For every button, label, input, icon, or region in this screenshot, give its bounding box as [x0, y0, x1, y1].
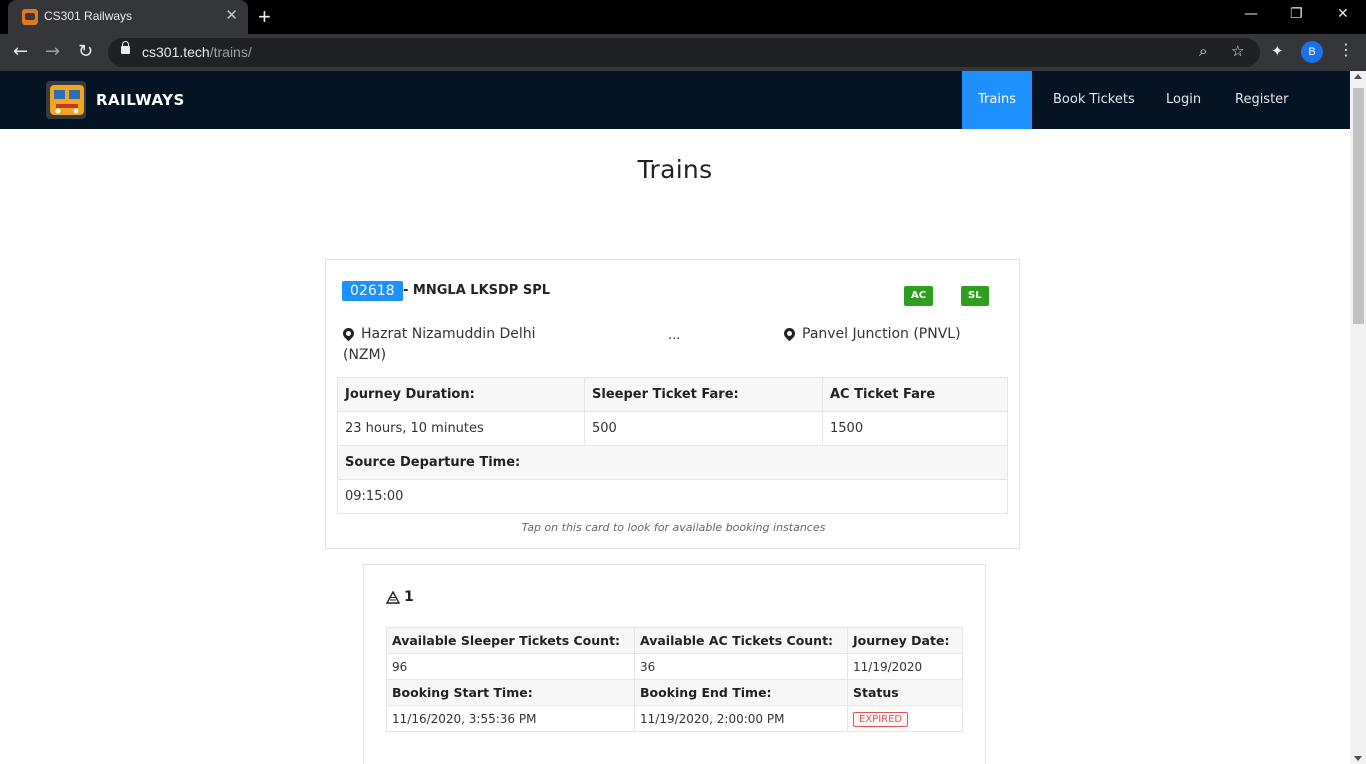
scroll-down-icon[interactable]	[1354, 756, 1362, 761]
train-name: - MNGLA LKSDP SPL	[403, 283, 551, 298]
route-separator: ...	[668, 328, 681, 343]
booking-start-label: Booking Start Time:	[386, 679, 635, 706]
close-window-button[interactable]: ✕	[1337, 6, 1349, 22]
site-navbar: RAILWAYS Trains Book Tickets Login Regis…	[0, 71, 1350, 129]
booking-instance-card[interactable]: 1 Available Sleeper Tickets Count: Avail…	[363, 564, 986, 764]
nav-book-tickets[interactable]: Book Tickets	[1053, 71, 1135, 129]
lock-icon	[121, 41, 130, 54]
ac-fare-value: 1500	[822, 411, 1008, 446]
browser-toolbar: ← → ↻ cs301.tech/trains/ ⌕ ☆ ✦ B ⋮	[0, 34, 1366, 71]
tab-title: CS301 Railways	[44, 9, 133, 23]
source-station: Hazrat Nizamuddin Delhi (NZM)	[340, 324, 553, 366]
instance-table: Available Sleeper Tickets Count: Availab…	[386, 627, 963, 732]
scroll-up-icon[interactable]	[1354, 74, 1362, 79]
table-row: 09:15:00	[337, 479, 1008, 514]
duration-value: 23 hours, 10 minutes	[337, 411, 585, 446]
destination-station: Panvel Junction (PNVL)	[781, 324, 961, 345]
class-badge-ac: AC	[904, 286, 934, 306]
booking-start-value: 11/16/2020, 3:55:36 PM	[386, 705, 635, 732]
tab-favicon-icon	[22, 9, 38, 25]
sleeper-count-value: 96	[386, 653, 635, 680]
journey-date-label: Journey Date:	[847, 627, 963, 654]
status-cell: EXPIRED	[847, 705, 963, 732]
star-icon[interactable]: ☆	[1231, 42, 1244, 60]
brand-name: RAILWAYS	[96, 91, 185, 109]
instance-icon	[386, 590, 400, 604]
card-hint: Tap on this card to look for available b…	[521, 521, 826, 534]
train-logo-icon	[46, 81, 86, 119]
back-arrow-icon[interactable]: ←	[13, 41, 28, 62]
instance-header: 1	[386, 589, 414, 605]
train-info-table: Journey Duration: Sleeper Ticket Fare: A…	[337, 377, 1008, 514]
forward-arrow-icon[interactable]: →	[45, 41, 60, 62]
extensions-icon[interactable]: ✦	[1271, 42, 1284, 60]
table-row: 23 hours, 10 minutes 500 1500	[337, 411, 1008, 446]
train-card[interactable]: 02618 - MNGLA LKSDP SPL AC SL Hazrat Niz…	[325, 259, 1020, 549]
menu-icon[interactable]: ⋮	[1338, 40, 1354, 59]
ac-count-label: Available AC Tickets Count:	[634, 627, 848, 654]
nav-login[interactable]: Login	[1166, 71, 1201, 129]
departure-value: 09:15:00	[337, 479, 1008, 514]
sleeper-count-label: Available Sleeper Tickets Count:	[386, 627, 635, 654]
instance-id: 1	[404, 589, 414, 605]
train-number-badge: 02618	[342, 281, 403, 301]
browser-tab[interactable]: CS301 Railways ✕	[8, 0, 248, 34]
zoom-icon[interactable]: ⌕	[1199, 42, 1207, 60]
table-row: Booking Start Time: Booking End Time: St…	[386, 679, 963, 706]
sleeper-fare-label: Sleeper Ticket Fare:	[584, 377, 823, 412]
tab-close-icon[interactable]: ✕	[225, 6, 238, 24]
ac-count-value: 36	[634, 653, 848, 680]
table-row: 11/16/2020, 3:55:36 PM 11/19/2020, 2:00:…	[386, 705, 963, 732]
url-text: cs301.tech/trains/	[142, 44, 252, 60]
brand[interactable]: RAILWAYS	[44, 77, 185, 123]
departure-label: Source Departure Time:	[337, 445, 1008, 480]
nav-trains[interactable]: Trains	[962, 71, 1032, 129]
journey-date-value: 11/19/2020	[847, 653, 963, 680]
table-row: Available Sleeper Tickets Count: Availab…	[386, 627, 963, 654]
new-tab-button[interactable]: +	[258, 4, 271, 30]
booking-end-label: Booking End Time:	[634, 679, 848, 706]
page-content: RAILWAYS Trains Book Tickets Login Regis…	[0, 71, 1350, 764]
location-pin-icon	[340, 325, 357, 342]
page-scrollbar[interactable]	[1350, 71, 1366, 764]
profile-avatar[interactable]: B	[1301, 41, 1323, 63]
status-label: Status	[847, 679, 963, 706]
table-row: 96 36 11/19/2020	[386, 653, 963, 680]
table-row: Source Departure Time:	[337, 445, 1008, 480]
scrollbar-thumb[interactable]	[1353, 88, 1364, 324]
nav-register[interactable]: Register	[1235, 71, 1289, 129]
class-badge-sl: SL	[961, 286, 989, 306]
status-badge: EXPIRED	[853, 711, 909, 727]
browser-tab-bar: CS301 Railways ✕ + — ❐ ✕	[0, 0, 1366, 34]
location-pin-icon	[781, 325, 798, 342]
reload-icon[interactable]: ↻	[78, 41, 93, 62]
booking-end-value: 11/19/2020, 2:00:00 PM	[634, 705, 848, 732]
restore-button[interactable]: ❐	[1290, 6, 1303, 22]
table-row: Journey Duration: Sleeper Ticket Fare: A…	[337, 377, 1008, 412]
ac-fare-label: AC Ticket Fare	[822, 377, 1008, 412]
address-bar[interactable]: cs301.tech/trains/ ⌕ ☆	[108, 38, 1260, 67]
sleeper-fare-value: 500	[584, 411, 823, 446]
minimize-button[interactable]: —	[1244, 6, 1258, 22]
duration-label: Journey Duration:	[337, 377, 585, 412]
page-title: Trains	[637, 155, 713, 184]
